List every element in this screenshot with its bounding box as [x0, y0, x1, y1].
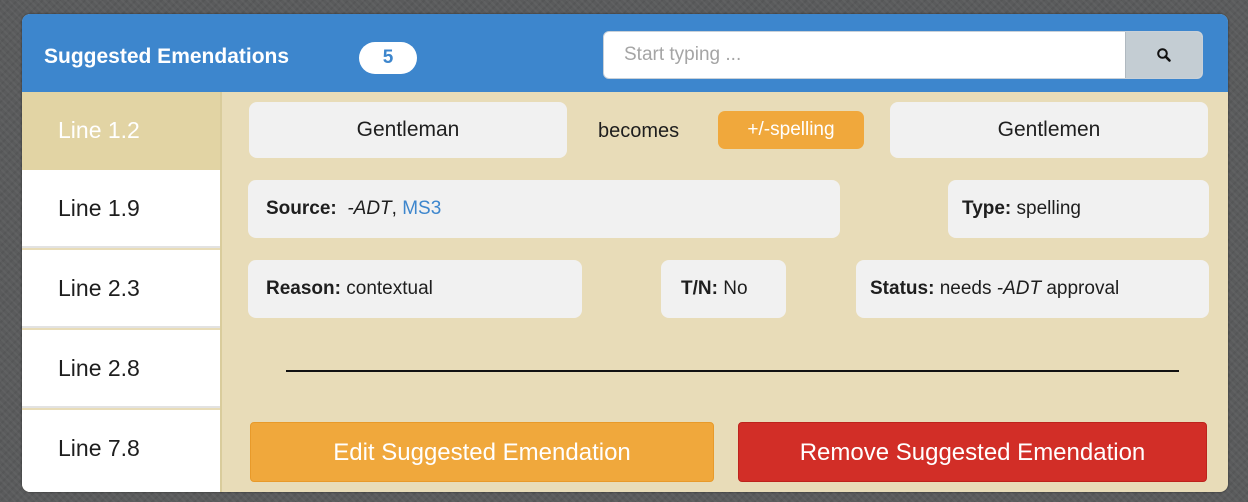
edit-emendation-button[interactable]: Edit Suggested Emendation: [250, 422, 714, 482]
remove-emendation-button[interactable]: Remove Suggested Emendation: [738, 422, 1207, 482]
count-badge: 5: [359, 42, 417, 74]
divider-line: [286, 370, 1179, 372]
tn-label: T/N:: [681, 278, 718, 299]
spelling-tag: +/-spelling: [718, 111, 864, 149]
source-link-ms3[interactable]: MS3: [402, 198, 441, 219]
search-box: [603, 31, 1203, 79]
reason-box: Reason: contextual: [248, 260, 582, 318]
status-box: Status: needs -ADT approval: [856, 260, 1209, 318]
becomes-label: becomes: [598, 120, 680, 142]
status-emphasis: -ADT: [996, 278, 1042, 299]
tn-box: T/N: No: [661, 260, 786, 318]
sidebar-item-line-1-9[interactable]: Line 1.9: [22, 170, 220, 248]
panel-title: Suggested Emendations: [44, 45, 290, 68]
type-value: spelling: [1016, 198, 1081, 219]
reason-value: contextual: [346, 278, 433, 299]
sidebar-item-line-1-2[interactable]: Line 1.2: [22, 92, 220, 170]
source-box: Source: -ADT, MS3: [248, 180, 840, 238]
search-button[interactable]: [1125, 32, 1202, 78]
original-word: Gentleman: [249, 102, 567, 158]
panel-header: Suggested Emendations 5: [22, 14, 1228, 92]
status-prefix: needs: [939, 278, 992, 299]
source-value: -ADT: [347, 198, 392, 219]
reason-label: Reason:: [266, 278, 341, 299]
sidebar-item-line-2-3[interactable]: Line 2.3: [22, 250, 220, 328]
tn-value: No: [723, 278, 748, 299]
sidebar-item-line-7-8[interactable]: Line 7.8: [22, 410, 220, 492]
search-input[interactable]: [604, 32, 1124, 78]
source-label: Source:: [266, 198, 337, 219]
type-box: Type: spelling: [948, 180, 1209, 238]
line-sidebar: Line 1.2 Line 1.9 Line 2.3 Line 2.8 Line…: [22, 92, 220, 492]
status-suffix: approval: [1046, 278, 1120, 299]
sidebar-item-line-2-8[interactable]: Line 2.8: [22, 330, 220, 408]
replacement-word: Gentlemen: [890, 102, 1208, 158]
status-label: Status:: [870, 278, 935, 299]
source-separator: ,: [391, 198, 397, 219]
search-icon: [1157, 48, 1171, 62]
emendations-panel: Suggested Emendations 5 Line 1.2 Line 1.…: [22, 14, 1228, 492]
type-label: Type:: [962, 198, 1012, 219]
sidebar-divider: [220, 92, 222, 492]
